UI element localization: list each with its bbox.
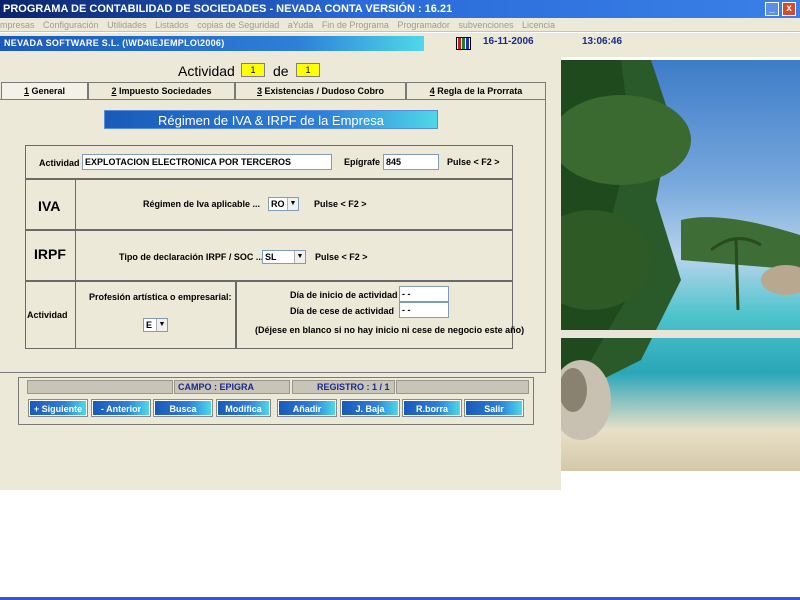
delete-button[interactable]: J. Baja <box>340 399 400 417</box>
epigrafe-f2-hint: Pulse < F2 > <box>447 157 500 167</box>
start-date-field[interactable]: - - <box>399 286 449 302</box>
section-title: Régimen de IVA & IRPF de la Empresa <box>104 110 438 129</box>
activity-field[interactable]: EXPLOTACION ELECTRONICA POR TERCEROS <box>82 154 332 170</box>
profession-label: Profesión artística o empresarial: <box>89 292 232 302</box>
tab-impuesto-sociedades[interactable]: 2 Impuesto Sociedades <box>88 82 235 100</box>
title-bar: PROGRAMA DE CONTABILIDAD DE SOCIEDADES -… <box>0 0 800 18</box>
time-display: 13:06:46 <box>582 36 623 47</box>
menu-item-copias[interactable]: copias de Seguridad <box>197 20 279 30</box>
end-date-field[interactable]: - - <box>399 302 449 318</box>
activity-of-label: de <box>273 63 289 79</box>
add-button[interactable]: Añadir <box>277 399 337 417</box>
irpf-type-select[interactable]: SL ▼ <box>262 250 306 264</box>
minimize-button[interactable]: _ <box>765 2 779 16</box>
iva-regime-select[interactable]: RO ▼ <box>268 197 299 211</box>
chevron-down-icon[interactable]: ▼ <box>156 319 167 331</box>
profession-select[interactable]: E ▼ <box>143 318 168 332</box>
beach-illustration <box>561 60 800 440</box>
iva-regime-value: RO <box>271 199 285 209</box>
irpf-type-value: SL <box>265 252 277 262</box>
menu-item-listados[interactable]: Listados <box>155 20 189 30</box>
menu-item-programador[interactable]: Programador <box>397 20 450 30</box>
menu-item-licencia[interactable]: Licencia <box>522 20 555 30</box>
menu-item-fin[interactable]: Fin de Programa <box>322 20 389 30</box>
erase-button[interactable]: R.borra <box>402 399 462 417</box>
next-button[interactable]: + Siguiente <box>28 399 88 417</box>
tab-regla-prorrata[interactable]: 4 Regla de la Prorrata <box>406 82 546 100</box>
status-blank-left <box>27 380 173 394</box>
actividad-heading: Actividad <box>27 310 68 320</box>
chevron-down-icon[interactable]: ▼ <box>294 251 305 263</box>
menu-item-subvenciones[interactable]: subvenciones <box>458 20 513 30</box>
close-button[interactable]: x <box>782 2 796 16</box>
menu-item-empresas[interactable]: mpresas <box>0 20 35 30</box>
beach-photo <box>561 60 800 471</box>
epigrafe-field[interactable]: 845 <box>383 154 439 170</box>
menu-item-utilidades[interactable]: Utilidades <box>107 20 147 30</box>
tab-existencias[interactable]: 3 Existencias / Dudoso Cobro <box>235 82 406 100</box>
activity-current[interactable]: 1 <box>241 63 265 77</box>
dates-note: (Déjese en blanco si no hay inicio ni ce… <box>255 325 525 335</box>
company-banner: NEVADA SOFTWARE S.L. (\WD4\EJEMPLO\2006) <box>0 36 424 51</box>
exit-button[interactable]: Salir <box>464 399 524 417</box>
iva-regime-label: Régimen de Iva aplicable ... <box>143 199 261 209</box>
chevron-down-icon[interactable]: ▼ <box>287 198 298 210</box>
activity-total: 1 <box>296 63 320 77</box>
irpf-heading: IRPF <box>34 246 66 262</box>
previous-button[interactable]: - Anterior <box>91 399 151 417</box>
tab-impuesto-label: Impuesto Sociedades <box>116 86 212 96</box>
epigrafe-label: Epígrafe <box>344 157 381 167</box>
field-indicator: CAMPO : EPIGRA <box>174 380 290 394</box>
irpf-f2-hint: Pulse < F2 > <box>315 252 368 262</box>
menu-item-ayuda[interactable]: aYuda <box>288 20 314 30</box>
iva-f2-hint: Pulse < F2 > <box>314 199 367 209</box>
modify-button[interactable]: Modifica <box>216 399 271 417</box>
activity-label: Actividad <box>178 63 235 79</box>
record-indicator: REGISTRO : 1 / 1 <box>292 380 395 394</box>
tab-prorrata-label: Regla de la Prorrata <box>434 86 523 96</box>
calendar-icon[interactable] <box>456 37 471 50</box>
tab-existencias-label: Existencias / Dudoso Cobro <box>261 86 385 96</box>
iva-heading: IVA <box>38 198 61 214</box>
tab-strip: 1 General 2 Impuesto Sociedades 3 Existe… <box>0 82 561 100</box>
search-button[interactable]: Busca <box>153 399 213 417</box>
info-strip: NEVADA SOFTWARE S.L. (\WD4\EJEMPLO\2006) <box>0 33 800 57</box>
irpf-type-label: Tipo de declaración IRPF / SOC ... <box>119 252 264 262</box>
status-blank-right <box>396 380 529 394</box>
menu-bar: mpresas Configuración Utilidades Listado… <box>0 18 800 32</box>
profession-value: E <box>146 320 153 330</box>
menu-item-configuracion[interactable]: Configuración <box>43 20 99 30</box>
end-date-label: Día de cese de actividad <box>290 306 395 316</box>
start-date-label: Día de inicio de actividad <box>290 290 398 300</box>
tab-general[interactable]: 1 General <box>1 82 88 100</box>
date-display: 16-11-2006 <box>479 33 559 50</box>
window-title: PROGRAMA DE CONTABILIDAD DE SOCIEDADES -… <box>3 3 453 15</box>
activity-field-label: Actividad <box>39 158 80 168</box>
tab-general-label: General <box>28 86 66 96</box>
